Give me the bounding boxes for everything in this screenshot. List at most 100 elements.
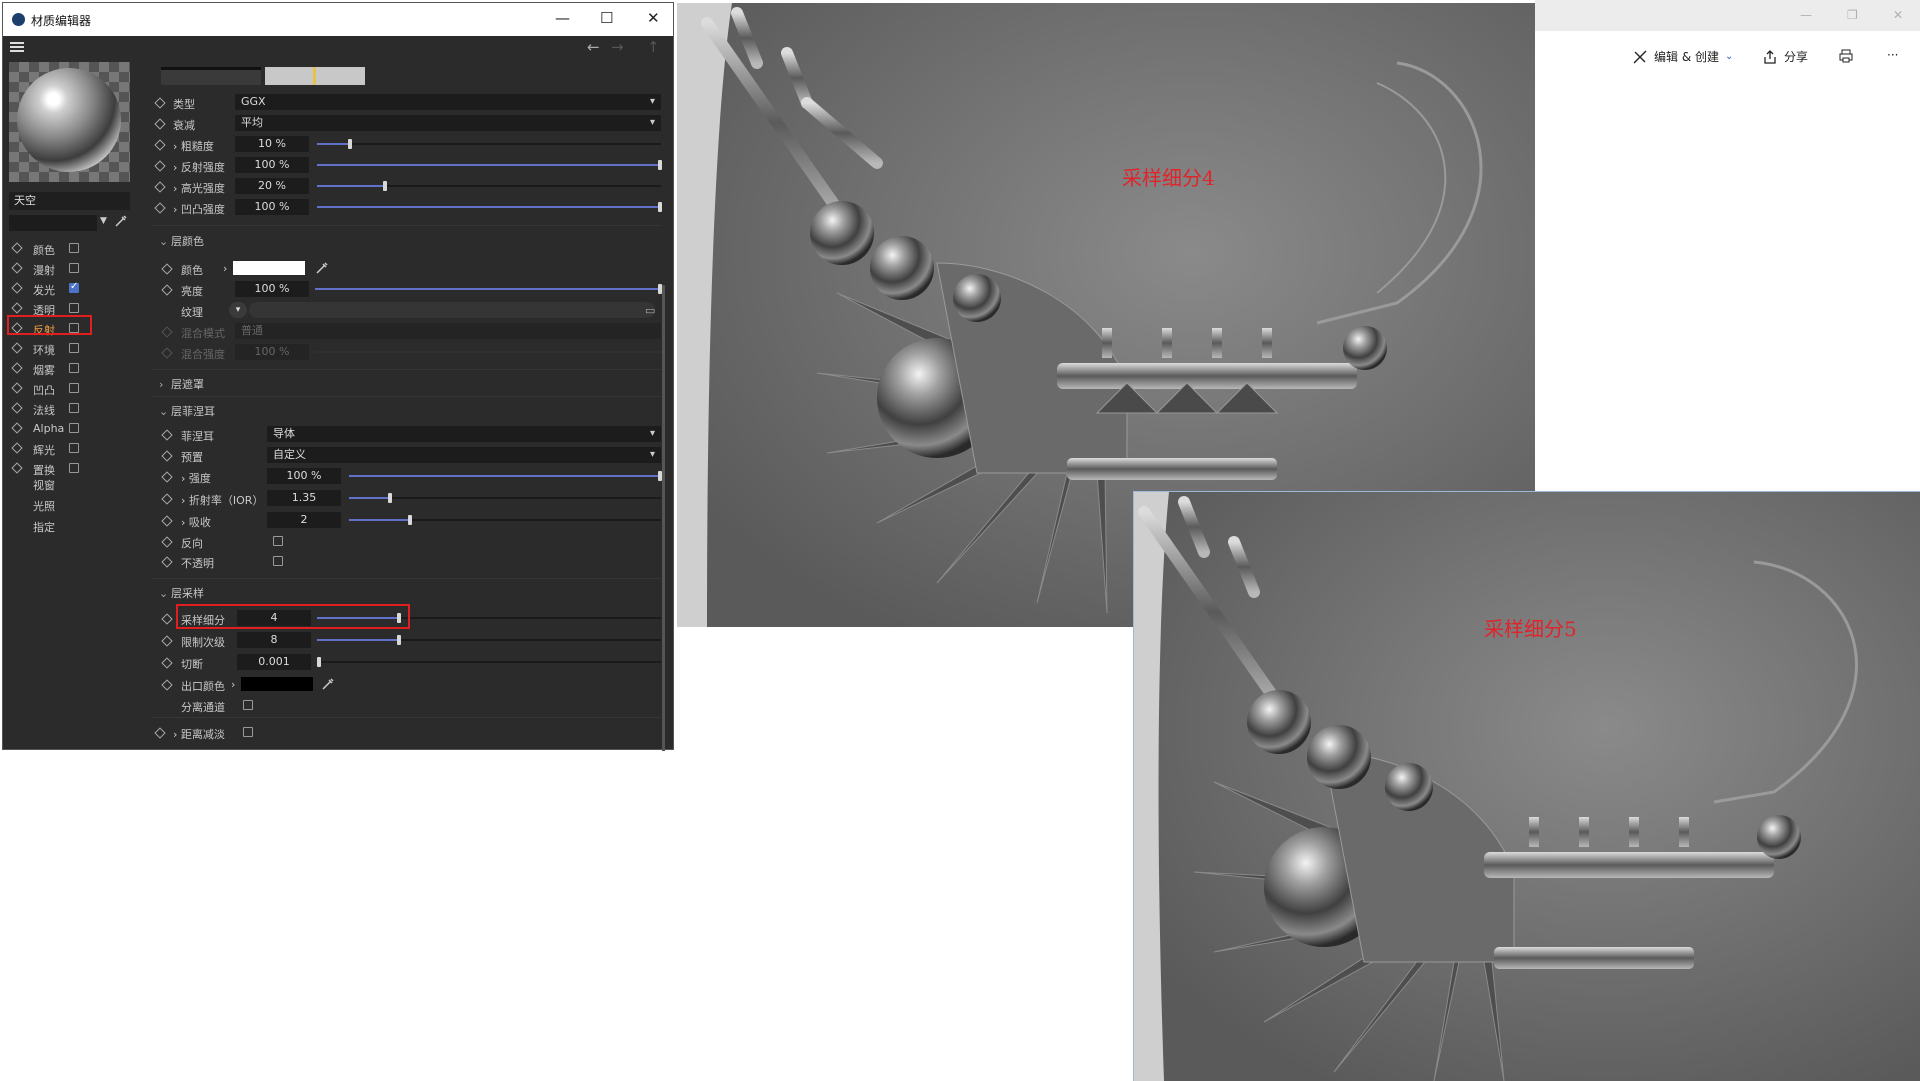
hamburger-menu-icon[interactable] [10,42,24,52]
keyframe-icon[interactable] [11,382,23,394]
edit-create-button[interactable]: 编辑 & 创建 ⌄ [1632,48,1733,65]
channel-illumination[interactable]: 光照 [33,498,55,514]
channel-item[interactable]: 漫射 [11,260,131,278]
keyframe-icon[interactable] [161,635,173,647]
folder-icon[interactable]: ▭ [645,304,655,317]
chevron-right-icon[interactable]: › [231,678,235,691]
channel-checkbox[interactable] [69,343,79,353]
channel-checkbox[interactable] [69,423,79,433]
preset-dropdown[interactable]: 自定义 [267,447,661,463]
channel-checkbox[interactable] [69,281,79,293]
reflection-strength-slider[interactable] [317,160,662,170]
keyframe-icon[interactable] [161,493,173,505]
brightness-slider[interactable] [315,284,662,294]
eyedropper-icon[interactable] [321,677,335,691]
channel-checkbox[interactable] [69,443,79,453]
share-button[interactable]: 分享 [1762,48,1808,65]
keyframe-icon[interactable] [154,160,166,172]
channel-item[interactable]: 发光 [11,280,131,298]
limit-secondary-track[interactable] [317,635,661,645]
channel-item[interactable]: Alpha [11,420,131,438]
distance-dim-checkbox[interactable] [243,727,253,737]
absorption-slider[interactable] [349,515,661,525]
keyframe-icon[interactable] [11,342,23,354]
channel-assign[interactable]: 指定 [33,519,55,535]
close-icon[interactable]: ✕ [647,9,660,27]
forward-arrow-icon[interactable]: → [611,38,624,56]
keyframe-icon[interactable] [11,462,23,474]
keyframe-icon[interactable] [161,613,173,625]
keyframe-icon[interactable] [11,402,23,414]
absorption-field[interactable]: 2 [267,512,341,528]
specular-strength-field[interactable]: 20 % [235,178,309,194]
section-layer-mask[interactable]: › 层遮罩 [159,376,204,392]
ior-slider[interactable] [349,493,661,503]
keyframe-icon[interactable] [154,118,166,130]
channel-viewport[interactable]: 视窗 [33,477,55,493]
ior-field[interactable]: 1.35 [267,490,341,506]
keyframe-icon[interactable] [11,262,23,274]
section-layer-color[interactable]: ⌄ 层颜色 [159,233,204,249]
fresnel-dropdown[interactable]: 导体 [267,426,661,442]
print-button[interactable] [1838,48,1854,64]
bump-strength-field[interactable]: 100 % [235,199,309,215]
channel-checkbox[interactable] [69,243,79,253]
opaque-checkbox[interactable] [273,556,283,566]
chevron-down-icon[interactable]: ▼ [100,216,107,226]
restore-icon[interactable]: ❐ [1847,8,1858,22]
keyframe-icon[interactable] [161,657,173,669]
channel-item[interactable]: 辉光 [11,440,131,458]
fresnel-strength-slider[interactable] [349,471,662,481]
close-icon[interactable]: ✕ [1893,8,1903,22]
channel-item[interactable]: 烟雾 [11,360,131,378]
bump-strength-slider[interactable] [317,202,662,212]
keyframe-icon[interactable] [11,302,23,314]
keyframe-icon[interactable] [161,284,173,296]
editor-scrollbar[interactable] [662,285,665,751]
keyframe-icon[interactable] [11,442,23,454]
channel-checkbox[interactable] [69,303,79,313]
keyframe-icon[interactable] [161,263,173,275]
keyframe-icon[interactable] [154,181,166,193]
up-arrow-icon[interactable]: ↑ [647,38,660,56]
channel-item[interactable]: 凹凸 [11,380,131,398]
color-swatch[interactable] [233,261,305,275]
material-dropdown[interactable] [9,215,97,231]
keyframe-icon[interactable] [154,727,166,739]
brightness-field[interactable]: 100 % [235,281,309,297]
channel-checkbox[interactable] [69,383,79,393]
keyframe-icon[interactable] [161,450,173,462]
separate-pass-checkbox[interactable] [243,700,253,710]
back-arrow-icon[interactable]: ← [587,38,600,56]
channel-item[interactable]: 置换 [11,460,131,478]
reflection-strength-field[interactable]: 100 % [235,157,309,173]
keyframe-icon[interactable] [161,429,173,441]
type-dropdown[interactable]: GGX [235,94,661,110]
keyframe-icon[interactable] [11,422,23,434]
roughness-slider[interactable] [317,139,661,149]
keyframe-icon[interactable] [161,556,173,568]
material-name-field[interactable]: 天空 [9,192,130,210]
material-preview[interactable] [9,62,130,182]
channel-checkbox[interactable] [69,363,79,373]
keyframe-icon[interactable] [11,242,23,254]
maximize-icon[interactable]: ☐ [600,9,613,27]
channel-item[interactable]: 颜色 [11,240,131,258]
minimize-icon[interactable]: — [1800,8,1812,22]
section-layer-fresnel[interactable]: ⌄ 层菲涅耳 [159,403,215,419]
roughness-field[interactable]: 10 % [235,136,309,152]
keyframe-icon[interactable] [161,471,173,483]
exit-color-swatch[interactable] [241,677,313,691]
more-options-button[interactable]: ··· [1887,48,1898,62]
keyframe-icon[interactable] [161,515,173,527]
keyframe-icon[interactable] [11,362,23,374]
channel-checkbox[interactable] [69,463,79,473]
keyframe-icon[interactable] [161,536,173,548]
keyframe-icon[interactable] [11,282,23,294]
keyframe-icon[interactable] [154,202,166,214]
specular-strength-slider[interactable] [317,181,661,191]
chevron-right-icon[interactable]: › [223,262,227,275]
keyframe-icon[interactable] [154,97,166,109]
eyedropper-icon[interactable] [114,214,128,228]
attenuation-dropdown[interactable]: 平均 [235,115,661,131]
